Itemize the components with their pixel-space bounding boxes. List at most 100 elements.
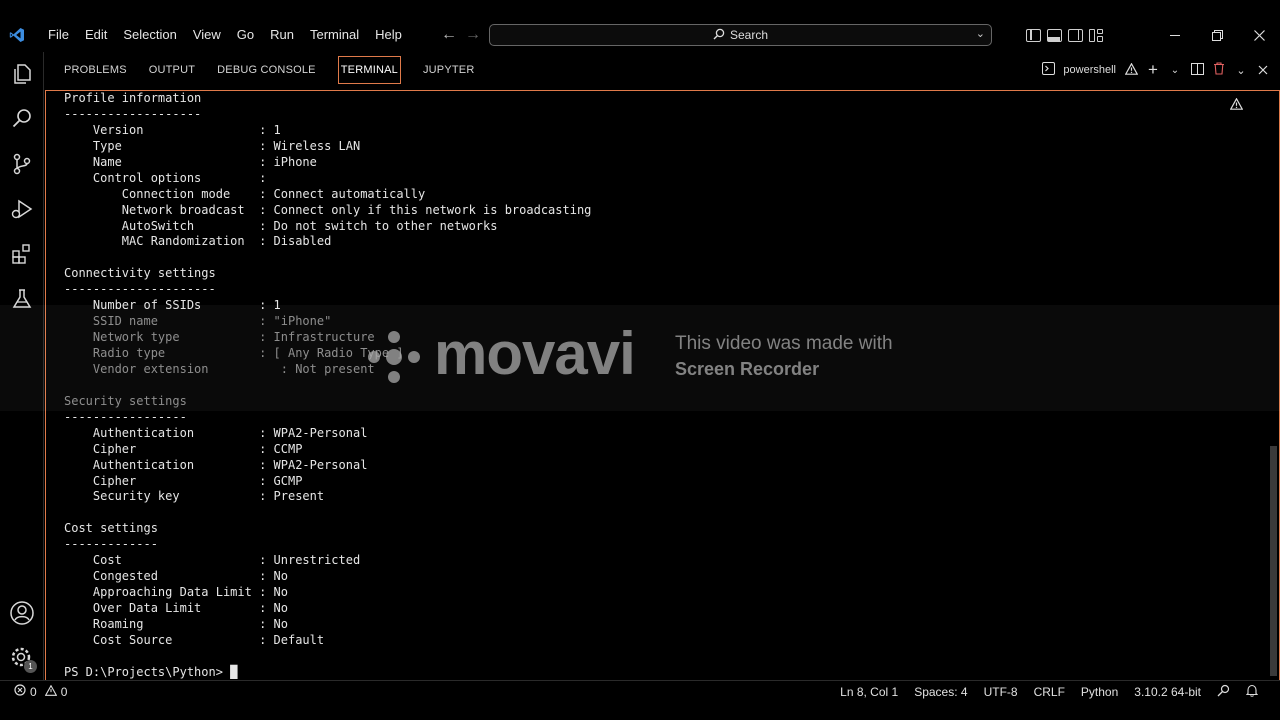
terminal-line: Control options :: [64, 170, 267, 185]
terminal-line: Profile information: [64, 91, 202, 105]
python-interpreter[interactable]: 3.10.2 64-bit: [1126, 685, 1209, 699]
customize-layout-icon[interactable]: [1089, 28, 1104, 42]
terminal-line: PS D:\Projects\Python> █: [64, 664, 238, 679]
restore-button[interactable]: [1196, 18, 1238, 52]
terminal-line: Connectivity settings: [64, 266, 216, 281]
feedback-icon[interactable]: [1209, 684, 1238, 700]
problems-status[interactable]: 0 0: [14, 684, 67, 699]
extensions-icon[interactable]: [0, 232, 44, 276]
menu-file[interactable]: File: [40, 18, 77, 52]
terminal-line: Connection mode : Connect automatically: [64, 186, 426, 201]
terminal-line: Authentication : WPA2-Personal: [64, 457, 368, 472]
layout-controls: [1026, 28, 1104, 42]
movavi-logo-icon: [368, 331, 420, 383]
terminal-line: Name : iPhone: [64, 154, 317, 169]
toggle-primary-sidebar-icon[interactable]: [1026, 28, 1041, 42]
menu-help[interactable]: Help: [367, 18, 410, 52]
search-view-icon[interactable]: [0, 97, 44, 141]
trash-icon[interactable]: [1212, 62, 1226, 78]
close-window-button[interactable]: [1238, 18, 1280, 52]
terminal-line: Version : 1: [64, 122, 281, 137]
warning-status-icon: [44, 684, 57, 699]
title-bar: File Edit Selection View Go Run Terminal…: [0, 18, 1280, 52]
tab-jupyter[interactable]: JUPYTER: [412, 52, 486, 88]
terminal-line: Type : Wireless LAN: [64, 138, 361, 153]
menu-edit[interactable]: Edit: [77, 18, 115, 52]
manage-gear-icon[interactable]: 1: [0, 636, 44, 680]
error-icon: [14, 684, 26, 699]
terminal-line: Network broadcast : Connect only if this…: [64, 202, 592, 217]
explorer-icon[interactable]: [0, 52, 44, 96]
settings-update-badge: 1: [24, 660, 37, 673]
command-center-search[interactable]: Search ⌄: [489, 24, 992, 46]
terminal-line: -------------: [64, 537, 158, 552]
terminal-line: Cost settings: [64, 521, 158, 536]
accounts-icon[interactable]: [0, 591, 44, 635]
new-terminal-plus-icon[interactable]: +: [1146, 60, 1160, 80]
terminal-prompt-icon: [1042, 62, 1056, 78]
forward-arrow-icon[interactable]: →: [464, 26, 482, 44]
notifications-bell-icon[interactable]: [1238, 684, 1266, 700]
terminal-line: Cipher : GCMP: [64, 473, 303, 488]
run-debug-icon[interactable]: [0, 187, 44, 231]
terminal-line: -----------------: [64, 409, 187, 424]
error-count: 0: [30, 684, 37, 699]
file-encoding[interactable]: UTF-8: [976, 685, 1026, 699]
close-panel-icon[interactable]: [1256, 63, 1270, 78]
watermark-caption-line2: Screen Recorder: [675, 359, 820, 379]
menu-view[interactable]: View: [185, 18, 229, 52]
end-of-line[interactable]: CRLF: [1026, 685, 1073, 699]
minimize-button[interactable]: [1154, 18, 1196, 52]
terminal-line: Security key : Present: [64, 489, 325, 504]
warning-icon[interactable]: [1124, 62, 1138, 78]
indentation[interactable]: Spaces: 4: [906, 685, 975, 699]
terminal-line: Approaching Data Limit : No: [64, 585, 288, 600]
terminal-warning-icon[interactable]: [1229, 97, 1244, 115]
back-arrow-icon[interactable]: ←: [440, 26, 458, 44]
title-bar-controls: [1026, 18, 1280, 52]
vscode-logo-icon: [0, 18, 34, 52]
toggle-panel-icon[interactable]: [1047, 28, 1062, 42]
terminal-line: Over Data Limit : No: [64, 601, 288, 615]
toggle-secondary-sidebar-icon[interactable]: [1068, 28, 1083, 42]
search-icon: [713, 28, 725, 43]
watermark-caption-line1: This video was made with: [675, 333, 893, 354]
language-mode[interactable]: Python: [1073, 685, 1126, 699]
menu-go[interactable]: Go: [229, 18, 262, 52]
terminal-scrollbar[interactable]: [1270, 446, 1277, 676]
terminal-line: Roaming : No: [64, 616, 288, 631]
cursor-position[interactable]: Ln 8, Col 1: [832, 685, 906, 699]
chevron-down-icon[interactable]: ⌄: [976, 27, 985, 40]
tab-debug-console[interactable]: DEBUG CONSOLE: [206, 52, 327, 88]
status-right: Ln 8, Col 1 Spaces: 4 UTF-8 CRLF Python …: [832, 681, 1266, 703]
tab-terminal-label: TERMINAL: [337, 56, 401, 84]
terminal-shell-selector[interactable]: powershell: [1063, 64, 1116, 76]
terminal-line: -------------------: [64, 106, 202, 121]
tab-problems[interactable]: PROBLEMS: [53, 52, 138, 88]
search-label: Search: [729, 28, 769, 42]
tab-terminal[interactable]: TERMINAL: [327, 52, 412, 88]
letterbox-bottom: [0, 702, 1280, 720]
terminal-line: Cost Source : Default: [64, 632, 325, 647]
terminal-line: Cost : Unrestricted: [64, 553, 361, 568]
terminal-line: Authentication : WPA2-Personal: [64, 425, 368, 440]
watermark-brand: movavi: [434, 320, 636, 387]
source-control-icon[interactable]: [0, 142, 44, 186]
terminal-line: ---------------------: [64, 282, 216, 297]
menu-selection[interactable]: Selection: [115, 18, 184, 52]
menu-run[interactable]: Run: [262, 18, 302, 52]
movavi-watermark: movavi This video was made with Screen R…: [0, 305, 1280, 411]
status-bar: 0 0 Ln 8, Col 1 Spaces: 4 UTF-8 CRLF Pyt…: [0, 680, 1280, 702]
tab-output[interactable]: OUTPUT: [138, 52, 206, 88]
chevron-down-icon[interactable]: ⌄: [1234, 64, 1248, 77]
panel-actions: powershell + ⌄ ⌄: [1042, 52, 1270, 88]
new-terminal-chevron-icon[interactable]: ⌄: [1168, 65, 1182, 76]
menu-terminal[interactable]: Terminal: [302, 18, 367, 52]
split-terminal-icon[interactable]: [1190, 62, 1204, 78]
menu-bar: File Edit Selection View Go Run Terminal…: [40, 18, 410, 52]
letterbox-top: [0, 0, 1280, 18]
terminal-line: Cipher : CCMP: [64, 441, 303, 456]
